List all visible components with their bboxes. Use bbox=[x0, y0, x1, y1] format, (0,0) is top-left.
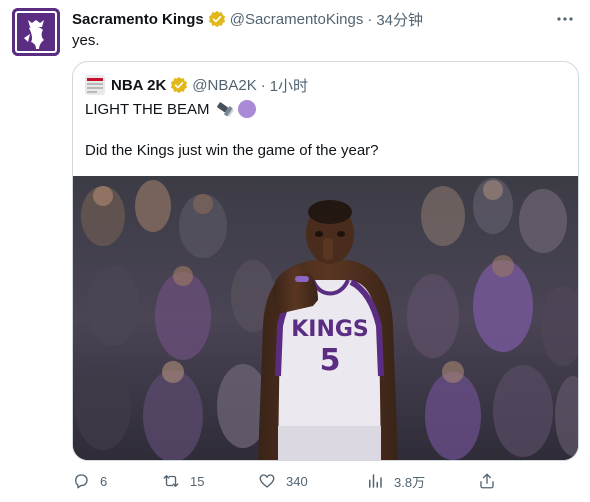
separator-dot: · bbox=[260, 76, 266, 94]
author-name[interactable]: Sacramento Kings bbox=[72, 11, 204, 28]
jersey-text: KINGS bbox=[291, 317, 369, 342]
reply-button[interactable]: 6 bbox=[72, 468, 107, 494]
flashlight-icon bbox=[217, 102, 235, 117]
quoted-tweet[interactable]: NBA 2K @NBA2K · 1小时 LIGHT THE BEAM Did t… bbox=[72, 61, 579, 461]
heart-icon bbox=[259, 474, 275, 488]
quoted-tweet-timestamp[interactable]: 1小时 bbox=[270, 75, 308, 96]
purple-circle-icon bbox=[238, 100, 257, 118]
more-options-icon[interactable] bbox=[554, 8, 576, 30]
kings-logo-icon bbox=[12, 8, 60, 56]
quoted-tweet-line1: LIGHT THE BEAM bbox=[85, 99, 257, 119]
tweet-text: yes. bbox=[72, 32, 100, 49]
basketball-player-image: KINGS 5 bbox=[73, 176, 578, 460]
action-bar: 6 15 340 3.8万 bbox=[72, 468, 572, 494]
quoted-tweet-header: NBA 2K @NBA2K · 1小时 bbox=[85, 74, 308, 96]
tweet-header: Sacramento Kings @SacramentoKings · 34分钟 bbox=[72, 8, 576, 30]
quoted-author-handle[interactable]: @NBA2K bbox=[192, 77, 256, 94]
views-count: 3.8万 bbox=[394, 474, 426, 490]
reply-icon bbox=[75, 474, 88, 489]
jersey-number: 5 bbox=[320, 343, 341, 378]
quoted-author-name[interactable]: NBA 2K bbox=[111, 77, 166, 94]
separator-dot: · bbox=[367, 10, 373, 28]
quoted-author-avatar[interactable] bbox=[85, 75, 105, 95]
like-button[interactable]: 340 bbox=[258, 468, 308, 494]
share-button[interactable] bbox=[478, 468, 506, 494]
quoted-tweet-headline: LIGHT THE BEAM bbox=[85, 100, 210, 118]
tweet-timestamp[interactable]: 34分钟 bbox=[376, 9, 423, 30]
quoted-tweet-image[interactable]: KINGS 5 bbox=[73, 176, 578, 460]
retweet-button[interactable]: 15 bbox=[162, 468, 204, 494]
retweet-icon bbox=[163, 475, 179, 487]
tweet: Sacramento Kings @SacramentoKings · 34分钟… bbox=[0, 0, 590, 502]
share-icon bbox=[480, 473, 494, 489]
views-button[interactable]: 3.8万 bbox=[366, 468, 425, 494]
reply-count: 6 bbox=[100, 473, 108, 489]
author-handle[interactable]: @SacramentoKings bbox=[230, 11, 364, 28]
verified-badge-icon bbox=[208, 10, 225, 28]
like-count: 340 bbox=[286, 473, 308, 489]
verified-badge-icon bbox=[171, 76, 188, 94]
nba2k-logo-icon bbox=[85, 75, 105, 95]
retweet-count: 15 bbox=[190, 473, 205, 489]
author-avatar[interactable] bbox=[12, 8, 60, 56]
quoted-tweet-text: Did the Kings just win the game of the y… bbox=[85, 142, 379, 159]
views-chart-icon bbox=[369, 474, 382, 488]
